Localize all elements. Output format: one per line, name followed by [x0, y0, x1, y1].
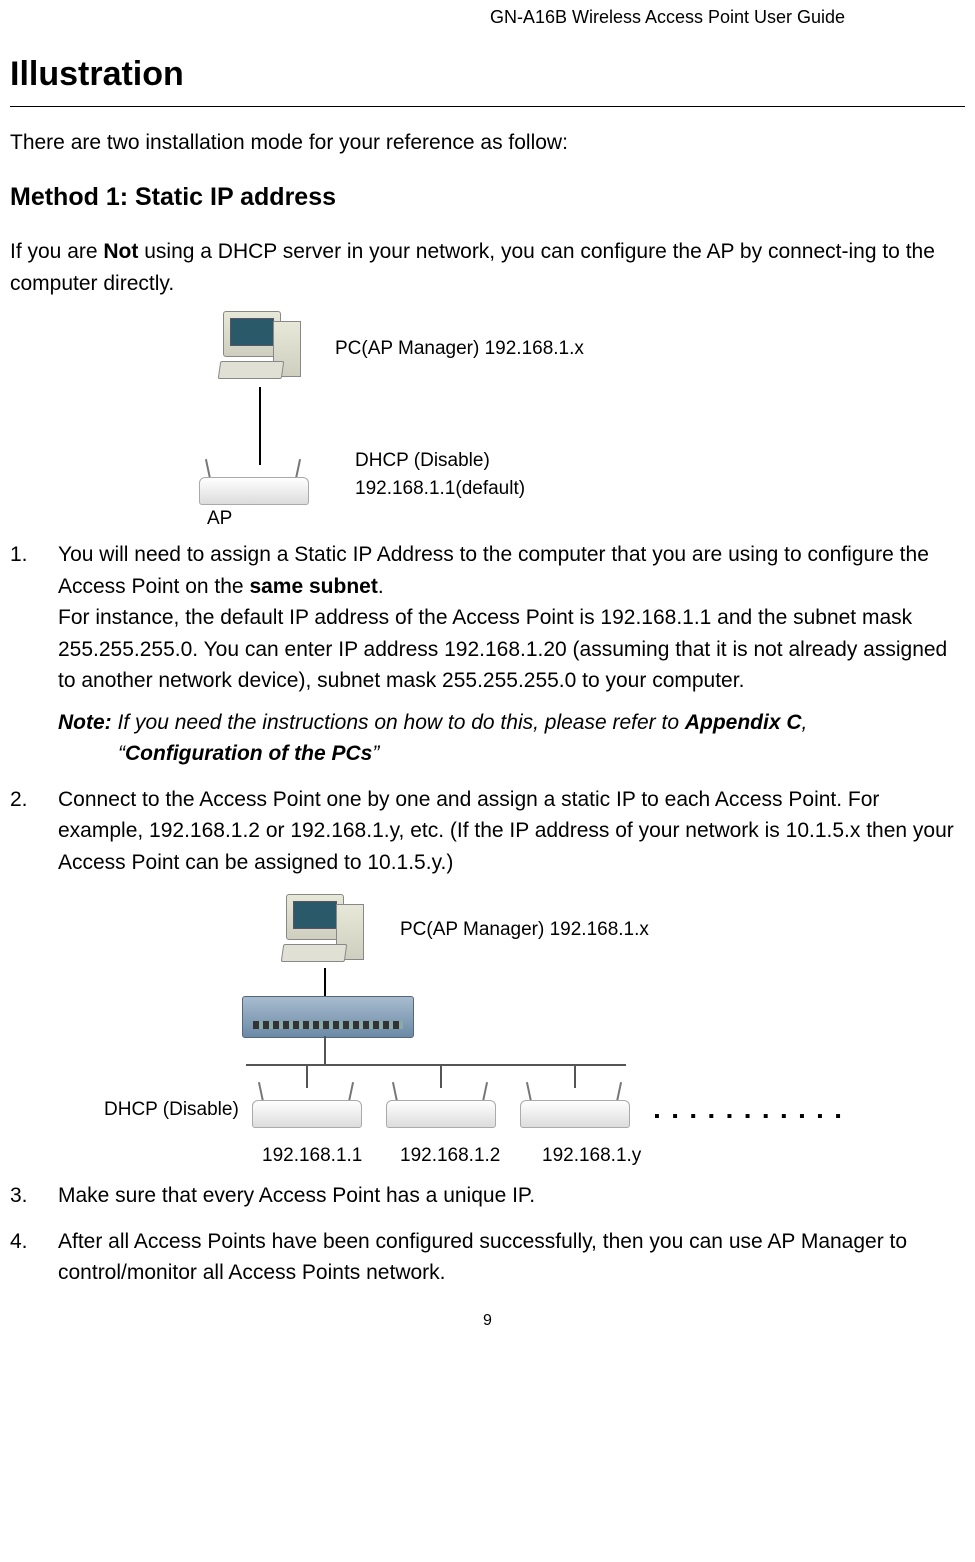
- step1-line1-suffix: .: [378, 575, 384, 598]
- diagram2-ip3: 192.168.1.y: [542, 1142, 641, 1171]
- step1-line2: For instance, the default IP address of …: [58, 602, 965, 697]
- diagram-2: PC(AP Manager) 192.168.1.x DHCP (Disable…: [10, 892, 965, 1172]
- note-qclose: ”: [372, 742, 379, 765]
- page-number: 9: [10, 1309, 965, 1333]
- pc-icon: [215, 309, 305, 389]
- d2-line-switch-bus: [324, 1036, 326, 1064]
- diagram-1: PC(AP Manager) 192.168.1.x AP DHCP (Disa…: [195, 309, 965, 529]
- pc-icon: [278, 892, 368, 972]
- diagram1-ip-label: 192.168.1.1(default): [355, 475, 525, 504]
- ap-icon: [195, 459, 315, 509]
- ap-icon: [382, 1082, 502, 1132]
- diagram2-ip2: 192.168.1.2: [400, 1142, 500, 1171]
- step2-text: Connect to the Access Point one by one a…: [58, 784, 965, 879]
- intro-text: There are two installation mode for your…: [10, 127, 965, 159]
- note-label: Note:: [58, 711, 112, 734]
- d2-bus-line: [246, 1064, 626, 1066]
- note-qopen: “: [118, 742, 125, 765]
- title-rule: [10, 106, 965, 107]
- method1-heading: Method 1: Static IP address: [10, 179, 965, 217]
- step3-number: 3.: [10, 1180, 58, 1212]
- step1-number: 1.: [10, 539, 58, 770]
- method1-paragraph: If you are Not using a DHCP server in yo…: [10, 236, 965, 299]
- diagram1-dhcp-label: DHCP (Disable): [355, 447, 490, 476]
- step1-note-line2: “Configuration of the PCs”: [118, 738, 965, 770]
- switch-icon: [242, 996, 414, 1038]
- step1-line1-prefix: You will need to assign a Static IP Addr…: [58, 543, 929, 598]
- step1-line1: You will need to assign a Static IP Addr…: [58, 539, 965, 602]
- step1-note: Note: If you need the instructions on ho…: [58, 707, 965, 739]
- header-guide-text: GN-A16B Wireless Access Point User Guide: [10, 0, 965, 31]
- diagram1-pc-label: PC(AP Manager) 192.168.1.x: [335, 335, 584, 364]
- step-2: 2. Connect to the Access Point one by on…: [10, 784, 965, 879]
- diagram2-dhcp-label: DHCP (Disable): [104, 1096, 239, 1125]
- diagram1-link-line: [259, 387, 261, 465]
- step-1: 1. You will need to assign a Static IP A…: [10, 539, 965, 770]
- diagram2-pc-label: PC(AP Manager) 192.168.1.x: [400, 916, 649, 945]
- m1-bold: Not: [103, 240, 138, 263]
- note-appendix: Appendix C: [685, 711, 802, 734]
- page-title: Illustration: [10, 49, 965, 100]
- diagram1-ap-label: AP: [207, 505, 232, 534]
- note-comma: ,: [802, 711, 808, 734]
- d2-line-pc-switch: [324, 968, 326, 996]
- step3-text: Make sure that every Access Point has a …: [58, 1180, 965, 1212]
- step-4: 4. After all Access Points have been con…: [10, 1226, 965, 1289]
- step1-line1-bold: same subnet: [249, 575, 377, 598]
- m1-prefix: If you are: [10, 240, 103, 263]
- ap-icon: [516, 1082, 636, 1132]
- step4-text: After all Access Points have been config…: [58, 1226, 965, 1289]
- step-3: 3. Make sure that every Access Point has…: [10, 1180, 965, 1212]
- m1-suffix: using a DHCP server in your network, you…: [10, 240, 935, 295]
- step2-number: 2.: [10, 784, 58, 879]
- ap-icon: [248, 1082, 368, 1132]
- diagram2-ip1: 192.168.1.1: [262, 1142, 362, 1171]
- step4-number: 4.: [10, 1226, 58, 1289]
- note-text1: If you need the instructions on how to d…: [118, 711, 685, 734]
- note-config: Configuration of the PCs: [125, 742, 372, 765]
- diagram2-dots: ▪ ▪ ▪ ▪ ▪ ▪ ▪ ▪ ▪ ▪ ▪: [654, 1105, 845, 1129]
